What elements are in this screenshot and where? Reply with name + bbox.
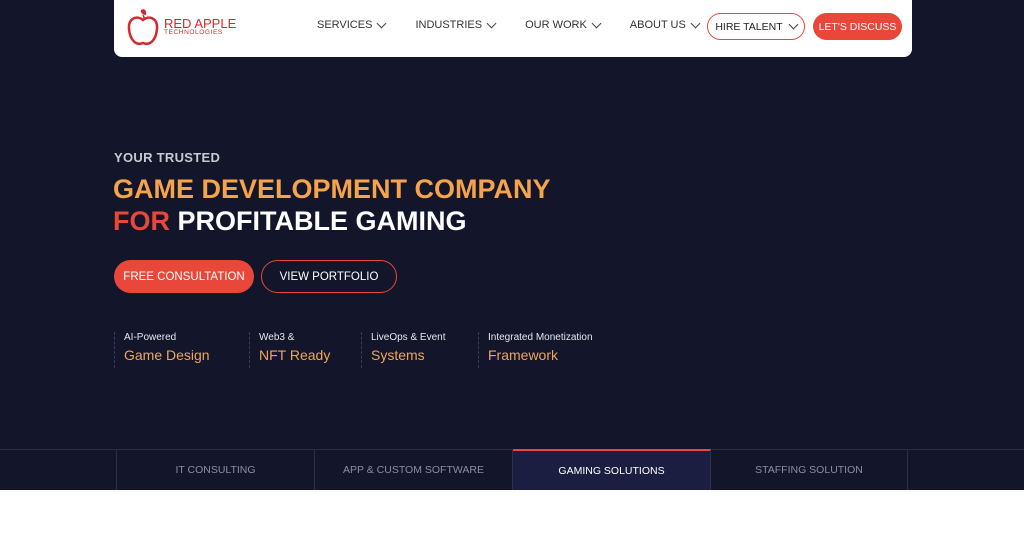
title-line1: GAME DEVELOPMENT COMPANY (113, 174, 551, 204)
feature-item: Web3 & NFT Ready (249, 332, 330, 368)
logo-sub: TECHNOLOGIES (164, 29, 223, 37)
menu-label: SERVICES (317, 19, 373, 31)
apple-logo-icon (127, 9, 159, 45)
tab-gaming-solutions[interactable]: GAMING SOLUTIONS (513, 449, 711, 490)
chevron-down-icon (591, 18, 602, 28)
feature-item: AI-Powered Game Design (114, 332, 210, 368)
chevron-down-icon (486, 18, 497, 28)
solution-tabs: IT CONSULTING APP & CUSTOM SOFTWARE GAMI… (0, 449, 1024, 490)
chevron-down-icon (690, 18, 701, 28)
free-consultation-button[interactable]: FREE CONSULTATION (114, 260, 254, 293)
feature-item: Integrated Monetization Framework (478, 332, 593, 368)
hire-talent-button[interactable]: HIRE TALENT (707, 13, 805, 40)
hero-title: GAME DEVELOPMENT COMPANY FOR PROFITABLE … (113, 173, 551, 237)
top-navbar: RED APPLE TECHNOLOGIES SERVICES INDUSTRIE… (114, 0, 912, 57)
feature-small: Integrated Monetization (488, 332, 593, 343)
chevron-down-icon (376, 18, 387, 28)
tab-it-consulting[interactable]: IT CONSULTING (117, 450, 315, 490)
feature-large: NFT Ready (259, 347, 331, 363)
feature-small: LiveOps & Event (371, 332, 446, 343)
tab-staffing-solution[interactable]: STAFFING SOLUTION (711, 450, 908, 490)
menu-our-work[interactable]: OUR WORK (525, 18, 602, 31)
menu-label: ABOUT US (629, 19, 686, 31)
menu-industries[interactable]: INDUSTRIES (415, 18, 497, 31)
tab-spacer (0, 450, 117, 490)
feature-large: Game Design (124, 347, 210, 363)
menu-services[interactable]: SERVICES (317, 18, 387, 31)
hero-section: RED APPLE TECHNOLOGIES SERVICES INDUSTRIE… (0, 0, 1024, 490)
title-line2: PROFITABLE GAMING (177, 206, 467, 236)
hero-eyebrow: YOUR TRUSTED (114, 150, 221, 165)
logo[interactable]: RED APPLE TECHNOLOGIES (126, 6, 236, 48)
view-portfolio-button[interactable]: VIEW PORTFOLIO (261, 260, 397, 293)
title-for: FOR (113, 206, 170, 236)
feature-small: AI-Powered (124, 332, 177, 343)
tab-app-custom-software[interactable]: APP & CUSTOM SOFTWARE (315, 450, 513, 490)
hire-label: HIRE TALENT (715, 20, 783, 33)
feature-large: Framework (488, 347, 559, 363)
menu-label: INDUSTRIES (415, 19, 483, 31)
lets-discuss-button[interactable]: LET'S DISCUSS (813, 13, 902, 40)
menu-about-us[interactable]: ABOUT US (629, 18, 701, 31)
feature-small: Web3 & (259, 332, 295, 343)
feature-large: Systems (371, 347, 425, 363)
feature-item: LiveOps & Event Systems (361, 332, 445, 368)
chevron-down-icon (788, 19, 799, 30)
menu-label: OUR WORK (525, 19, 587, 31)
